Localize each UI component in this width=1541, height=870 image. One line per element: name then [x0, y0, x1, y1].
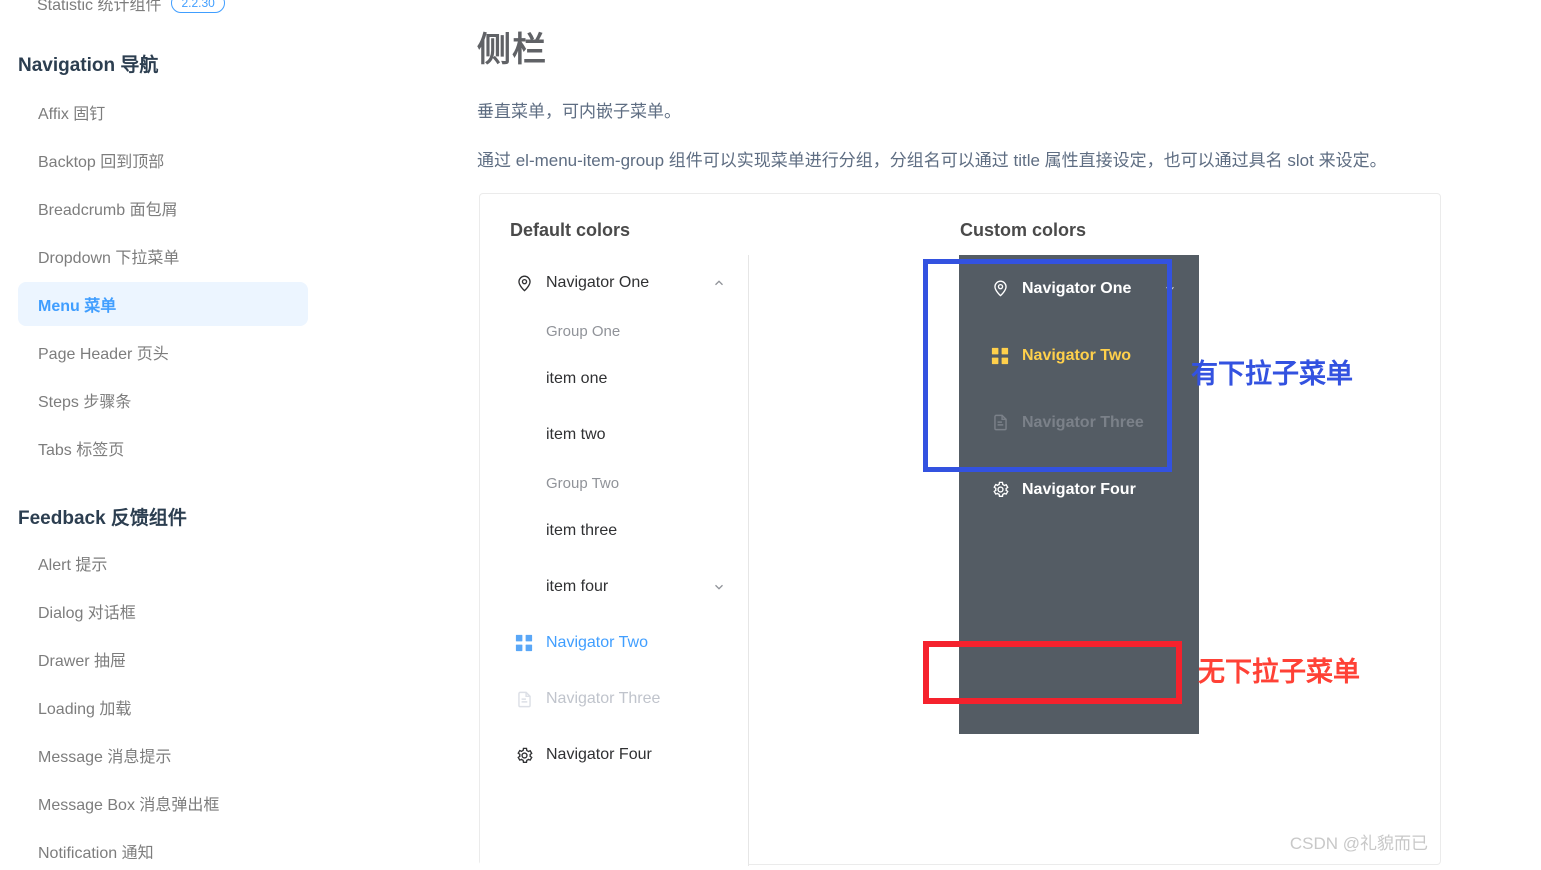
light-menu-item-navigator-three: Navigator Three	[480, 671, 748, 727]
sidebar-item-label: Page Header 页头	[38, 346, 169, 363]
light-menu-item-item-two[interactable]: item two	[480, 407, 748, 463]
menu-item-label: Navigator Three	[546, 690, 661, 707]
dark-submenu-navigator-one[interactable]: Navigator One	[959, 255, 1199, 322]
sidebar: Statistic 统计组件 2.2.30 Navigation 导航 Affi…	[0, 0, 430, 870]
sidebar-item-label: Tabs 标签页	[38, 442, 125, 459]
document-icon	[512, 687, 536, 711]
gear-icon	[512, 743, 536, 767]
sidebar-item-menu[interactable]: Menu 菜单	[18, 282, 308, 326]
dark-menu-item-navigator-two[interactable]: Navigator Two	[959, 322, 1199, 389]
menu-item-label: Navigator Four	[546, 746, 652, 763]
sidebar-item-affix[interactable]: Affix 固钉	[18, 90, 308, 134]
menu-item-label: Navigator Three	[1022, 413, 1144, 431]
location-pin-icon	[512, 271, 536, 295]
sidebar-item-page-header[interactable]: Page Header 页头	[18, 330, 308, 374]
doc-paragraph-1: 垂直菜单，可内嵌子菜单。	[477, 102, 681, 121]
sidebar-item-label: Alert 提示	[38, 557, 108, 574]
light-submenu-item-four[interactable]: item four	[480, 559, 748, 615]
sidebar-item-label: Drawer 抽屉	[38, 653, 127, 670]
sidebar-item-label: Dialog 对话框	[38, 605, 136, 622]
menu-item-label: Navigator Two	[546, 634, 648, 651]
sidebar-item-alert[interactable]: Alert 提示	[18, 541, 308, 585]
sidebar-item-loading[interactable]: Loading 加载	[18, 685, 308, 729]
grid-icon	[989, 345, 1011, 367]
menu-item-label: Navigator One	[546, 274, 650, 291]
menu-item-label: item two	[546, 426, 606, 443]
sidebar-group-title-feedback: Feedback 反馈组件	[18, 508, 187, 529]
menu-item-label: Navigator Two	[1022, 346, 1132, 364]
location-pin-icon	[989, 278, 1011, 300]
light-menu-item-navigator-four[interactable]: Navigator Four	[480, 727, 748, 783]
light-menu-item-navigator-two[interactable]: Navigator Two	[480, 615, 748, 671]
sidebar-item-steps[interactable]: Steps 步骤条	[18, 378, 308, 422]
sidebar-item-label: Backtop 回到顶部	[38, 154, 165, 171]
page-root: Statistic 统计组件 2.2.30 Navigation 导航 Affi…	[0, 0, 1541, 870]
sidebar-item-statistic[interactable]: Statistic 统计组件 2.2.30	[37, 0, 225, 15]
menu-item-label: Navigator One	[1022, 279, 1132, 297]
sidebar-item-label: Statistic 统计组件	[37, 0, 162, 14]
menu-group-title-one: Group One	[546, 322, 621, 340]
gear-icon	[989, 479, 1011, 501]
version-badge: 2.2.30	[171, 0, 225, 13]
sidebar-item-breadcrumb[interactable]: Breadcrumb 面包屑	[18, 186, 308, 230]
sidebar-group-title-navigation: Navigation 导航	[18, 55, 159, 76]
sidebar-item-label: Affix 固钉	[38, 106, 106, 123]
chevron-down-icon	[1163, 282, 1177, 296]
sidebar-item-label: Loading 加载	[38, 701, 132, 718]
sidebar-item-label: Steps 步骤条	[38, 394, 132, 411]
demo-card: Default colors Custom colors Navigator O…	[479, 193, 1441, 866]
chevron-up-icon	[712, 276, 726, 290]
menu-item-label: item one	[546, 370, 608, 387]
sidebar-item-tabs[interactable]: Tabs 标签页	[18, 426, 308, 470]
light-menu: Navigator One Group One item one item tw…	[480, 255, 749, 866]
page-title: 侧栏	[477, 31, 547, 69]
sidebar-item-label: Menu 菜单	[38, 298, 117, 315]
sidebar-item-label: Message 消息提示	[38, 749, 172, 766]
default-colors-heading: Default colors	[510, 220, 631, 240]
light-menu-item-item-one[interactable]: item one	[480, 351, 748, 407]
sidebar-item-dialog[interactable]: Dialog 对话框	[18, 589, 308, 633]
chevron-down-icon	[712, 580, 726, 594]
menu-item-label: Navigator Four	[1022, 480, 1136, 498]
menu-item-label: item three	[546, 522, 618, 539]
menu-group-title-two: Group Two	[546, 474, 620, 492]
doc-paragraph-2: 通过 el-menu-item-group 组件可以实现菜单进行分组，分组名可以…	[477, 151, 1387, 170]
sidebar-item-label: Notification 通知	[38, 845, 154, 862]
sidebar-item-label: Message Box 消息弹出框	[38, 797, 220, 814]
grid-icon	[512, 631, 536, 655]
main-content: 侧栏 垂直菜单，可内嵌子菜单。 通过 el-menu-item-group 组件…	[430, 0, 1541, 870]
dark-menu-item-navigator-four[interactable]: Navigator Four	[959, 456, 1199, 523]
dark-menu: Navigator One Navigator Two Navigator Th…	[959, 255, 1199, 734]
sidebar-item-label: Dropdown 下拉菜单	[38, 250, 180, 267]
document-icon	[989, 412, 1011, 434]
sidebar-item-backtop[interactable]: Backtop 回到顶部	[18, 138, 308, 182]
dark-menu-item-navigator-three: Navigator Three	[959, 389, 1199, 456]
menu-item-label: item four	[546, 578, 609, 595]
sidebar-item-message-box[interactable]: Message Box 消息弹出框	[18, 781, 308, 825]
sidebar-item-dropdown[interactable]: Dropdown 下拉菜单	[18, 234, 308, 278]
sidebar-item-label: Breadcrumb 面包屑	[38, 202, 178, 219]
light-menu-item-item-three[interactable]: item three	[480, 503, 748, 559]
custom-colors-heading: Custom colors	[960, 220, 1087, 240]
annotation-label-no-submenu: 无下拉子菜单	[1198, 657, 1360, 687]
annotation-label-has-submenu: 有下拉子菜单	[1191, 359, 1353, 389]
light-submenu-navigator-one[interactable]: Navigator One	[480, 255, 748, 311]
sidebar-item-drawer[interactable]: Drawer 抽屉	[18, 637, 308, 681]
sidebar-item-notification[interactable]: Notification 通知	[18, 829, 308, 870]
sidebar-item-message[interactable]: Message 消息提示	[18, 733, 308, 777]
watermark: CSDN @礼貌而已	[1289, 834, 1428, 853]
